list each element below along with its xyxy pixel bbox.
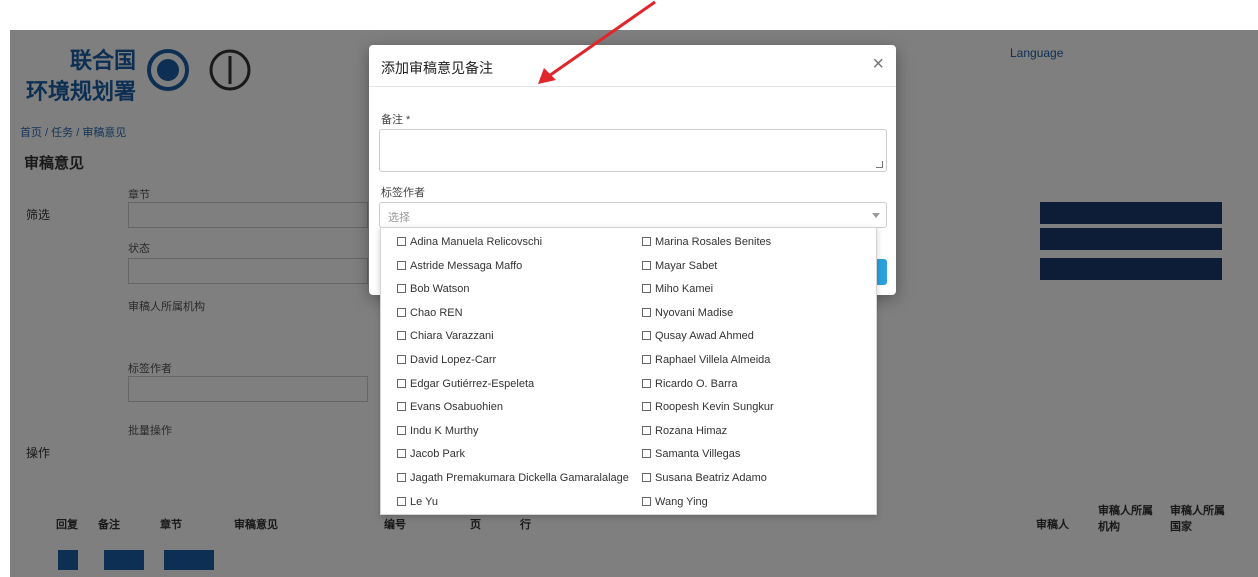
author-option-label: Susana Beatriz Adamo xyxy=(655,472,767,484)
author-option-label: Roopesh Kevin Sungkur xyxy=(655,401,774,414)
author-option[interactable]: Indu K Murthy xyxy=(397,424,478,438)
author-option[interactable]: Raphael Villela Almeida xyxy=(642,353,770,367)
page: 联合国 环境规划署 Language 首页 / 任务 / 审稿意见 审稿意见 筛… xyxy=(0,0,1258,577)
checkbox-icon[interactable] xyxy=(397,378,406,388)
author-option-label: Mayar Sabet xyxy=(655,259,718,272)
checkbox-icon[interactable] xyxy=(397,449,406,459)
author-option-label: Rozana Himaz xyxy=(655,424,728,437)
author-option[interactable]: Evans Osabuohien xyxy=(397,400,503,414)
checkbox-icon[interactable] xyxy=(397,284,406,294)
checkbox-icon[interactable] xyxy=(642,425,651,435)
author-option-label: Astride Messaga Maffo xyxy=(410,259,523,272)
checkbox-icon[interactable] xyxy=(642,331,651,341)
author-option-label: Evans Osabuohien xyxy=(410,401,503,414)
checkbox-icon[interactable] xyxy=(397,237,406,246)
checkbox-icon[interactable] xyxy=(642,307,651,317)
author-option-label: Bob Watson xyxy=(410,283,470,296)
author-option[interactable]: Adina Manuela Relicovschi xyxy=(397,235,542,249)
checkbox-icon[interactable] xyxy=(642,473,651,482)
checkbox-icon[interactable] xyxy=(397,496,406,506)
checkbox-icon[interactable] xyxy=(642,260,651,270)
author-option-label: Chiara Varazzani xyxy=(410,330,494,343)
author-option-label: Jagath Premakumara Dickella Gamaralalage xyxy=(410,472,629,484)
annotation-arrow xyxy=(538,0,656,84)
checkbox-icon[interactable] xyxy=(397,473,406,482)
author-option[interactable]: Chao REN xyxy=(397,306,463,320)
author-option-label: Nyovani Madise xyxy=(655,306,734,319)
tag-authors-select[interactable]: 选择 xyxy=(379,202,887,228)
resize-handle-icon[interactable] xyxy=(876,161,883,168)
author-option-label: Raphael Villela Almeida xyxy=(655,354,771,366)
chevron-down-icon xyxy=(872,213,880,218)
author-option[interactable]: Nyovani Madise xyxy=(642,306,733,320)
author-option[interactable]: Marina Rosales Benites xyxy=(642,235,771,249)
checkbox-icon[interactable] xyxy=(642,402,651,412)
checkbox-icon[interactable] xyxy=(397,307,406,317)
tag-authors-dropdown: Adina Manuela Relicovschi Astride Messaga… xyxy=(380,227,877,515)
author-option[interactable]: Ricardo O. Barra xyxy=(642,377,738,391)
checkbox-icon[interactable] xyxy=(642,284,651,294)
modal-title: 添加审稿意见备注 xyxy=(381,60,493,76)
author-option-label: Jacob Park xyxy=(410,448,466,461)
author-option-label: Miho Kamei xyxy=(655,283,714,296)
checkbox-icon[interactable] xyxy=(642,237,651,246)
checkbox-icon[interactable] xyxy=(397,331,406,341)
note-textarea[interactable] xyxy=(379,129,887,172)
author-option-label: Le Yu xyxy=(410,495,438,508)
checkbox-icon[interactable] xyxy=(642,496,651,506)
checkbox-icon[interactable] xyxy=(642,378,651,388)
author-option[interactable]: Jagath Premakumara Dickella Gamaralalage xyxy=(397,471,629,485)
tag-authors-label: 标签作者 xyxy=(381,187,425,199)
author-option[interactable]: Wang Ying xyxy=(642,495,708,509)
select-placeholder: 选择 xyxy=(388,212,410,224)
checkbox-icon[interactable] xyxy=(642,355,651,364)
author-option[interactable]: Qusay Awad Ahmed xyxy=(642,329,754,343)
checkbox-icon[interactable] xyxy=(397,260,406,270)
author-option[interactable]: Samanta Villegas xyxy=(642,447,740,461)
author-option[interactable]: Roopesh Kevin Sungkur xyxy=(642,400,774,414)
checkbox-icon[interactable] xyxy=(397,355,406,364)
author-option[interactable]: Susana Beatriz Adamo xyxy=(642,471,767,485)
note-label: 备注 * xyxy=(381,114,411,126)
author-option-label: David Lopez-Carr xyxy=(410,354,497,366)
author-option[interactable]: Astride Messaga Maffo xyxy=(397,259,522,273)
author-option[interactable]: Bob Watson xyxy=(397,282,470,296)
checkbox-icon[interactable] xyxy=(397,425,406,435)
author-option-label: Samanta Villegas xyxy=(655,448,741,461)
author-option[interactable]: Rozana Himaz xyxy=(642,424,727,438)
close-icon[interactable]: × xyxy=(872,54,884,74)
checkbox-icon[interactable] xyxy=(642,449,651,459)
author-option[interactable]: Le Yu xyxy=(397,495,438,509)
author-option[interactable]: Jacob Park xyxy=(397,447,465,461)
author-option-label: Ricardo O. Barra xyxy=(655,377,738,390)
checkbox-icon[interactable] xyxy=(397,402,406,412)
author-option[interactable]: Mayar Sabet xyxy=(642,259,717,273)
author-option[interactable]: David Lopez-Carr xyxy=(397,353,496,367)
author-option[interactable]: Edgar Gutiérrez-Espeleta xyxy=(397,377,534,391)
author-option-label: Wang Ying xyxy=(655,495,708,508)
author-option[interactable]: Chiara Varazzani xyxy=(397,329,494,343)
author-option-label: Adina Manuela Relicovschi xyxy=(410,236,543,248)
author-option-label: Chao REN xyxy=(410,306,463,319)
author-option-label: Marina Rosales Benites xyxy=(655,236,772,248)
author-option[interactable]: Miho Kamei xyxy=(642,282,713,296)
author-option-label: Indu K Murthy xyxy=(410,424,479,437)
author-option-label: Edgar Gutiérrez-Espeleta xyxy=(410,377,535,390)
author-option-label: Qusay Awad Ahmed xyxy=(655,330,754,343)
